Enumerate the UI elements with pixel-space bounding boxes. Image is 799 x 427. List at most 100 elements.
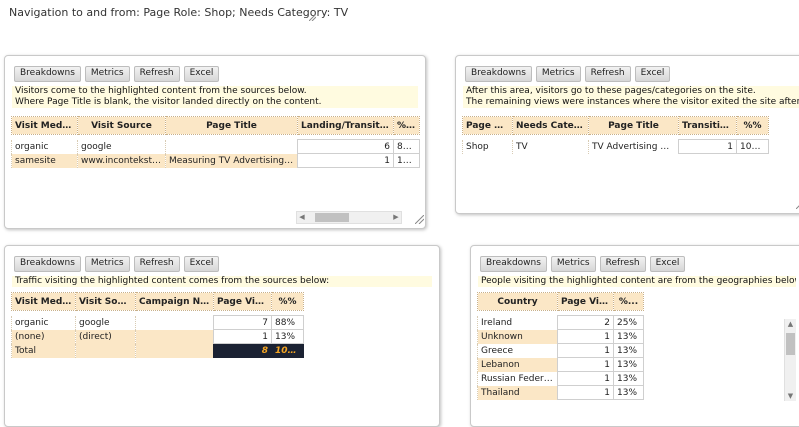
destinations-table: Page R... Needs Categ... Page Title Tran… xyxy=(462,116,769,154)
column-header[interactable]: %... xyxy=(393,116,420,135)
column-header[interactable]: Page Title xyxy=(165,116,298,135)
column-header[interactable]: %% xyxy=(271,292,304,311)
breakdowns-button[interactable]: Breakdowns xyxy=(14,256,81,272)
cell-pct: 14% xyxy=(393,153,420,168)
cell-value: 2 xyxy=(557,315,614,330)
metrics-button[interactable]: Metrics xyxy=(84,256,130,272)
cell-value: 1 xyxy=(557,385,614,400)
sources-description: Visitors come to the highlighted content… xyxy=(12,86,418,108)
column-header[interactable]: Visit Medium xyxy=(11,116,78,135)
cell-campaign xyxy=(135,315,214,330)
scroll-thumb[interactable] xyxy=(315,213,349,222)
breakdowns-button[interactable]: Breakdowns xyxy=(480,256,547,272)
total-value: 8 xyxy=(213,343,272,358)
sources-table: Visit Medium Visit Source Page Title Lan… xyxy=(11,116,420,168)
column-header[interactable]: Country xyxy=(477,292,558,311)
cell-role: Shop xyxy=(462,139,513,154)
cell-pct: 13% xyxy=(613,371,644,386)
column-header[interactable]: Campaign Na... xyxy=(135,292,214,311)
cell-campaign xyxy=(135,329,214,344)
column-header[interactable]: Transitio... xyxy=(678,116,737,135)
scroll-down-icon[interactable]: ▼ xyxy=(785,391,796,401)
column-header[interactable]: Visit Source xyxy=(75,292,136,311)
cell-value: 1 xyxy=(557,343,614,358)
table-row[interactable]: samesite www.incontekst.com Measuring TV… xyxy=(11,153,420,168)
column-header[interactable]: %... xyxy=(613,292,644,311)
description-line: Where Page Title is blank, the visitor l… xyxy=(15,97,322,107)
traffic-description: Traffic visiting the highlighted content… xyxy=(12,276,432,287)
metrics-button[interactable]: Metrics xyxy=(550,256,596,272)
refresh-button[interactable]: Refresh xyxy=(133,256,180,272)
metrics-button[interactable]: Metrics xyxy=(535,66,581,82)
table-row[interactable]: Russian Federati... 1 13% xyxy=(477,371,644,386)
geography-toolbar: Breakdowns Metrics Refresh Excel xyxy=(480,256,686,272)
column-header[interactable]: %% xyxy=(736,116,769,135)
column-header[interactable]: Page Title xyxy=(588,116,679,135)
destinations-panel: Breakdowns Metrics Refresh Excel After t… xyxy=(455,55,799,214)
cell-category: TV xyxy=(512,139,589,154)
scroll-right-icon[interactable]: ▶ xyxy=(391,212,401,223)
refresh-button[interactable]: Refresh xyxy=(584,66,631,82)
horizontal-scrollbar[interactable]: ◀ ▶ xyxy=(296,211,402,224)
breakdowns-button[interactable]: Breakdowns xyxy=(465,66,532,82)
resize-grip-icon[interactable] xyxy=(309,14,316,21)
destinations-description: After this area, visitors go to these pa… xyxy=(463,86,799,108)
refresh-button[interactable]: Refresh xyxy=(133,66,180,82)
cell-value: 1 xyxy=(678,139,737,154)
scroll-left-icon[interactable]: ◀ xyxy=(297,212,307,223)
cell-pct: 13% xyxy=(613,357,644,372)
cell-title: TV Advertising Costs xyxy=(588,139,679,154)
cell-value: 1 xyxy=(297,153,394,168)
column-header[interactable]: Landing/Transitio... xyxy=(297,116,394,135)
table-row[interactable]: organic google 6 86% xyxy=(11,139,420,154)
cell-country: Greece xyxy=(477,343,558,358)
cell-medium: organic xyxy=(11,139,78,154)
total-label: Total xyxy=(11,343,76,358)
table-row[interactable]: Greece 1 13% xyxy=(477,343,644,358)
description-line: After this area, visitors go to these pa… xyxy=(466,86,756,96)
breakdowns-button[interactable]: Breakdowns xyxy=(14,66,81,82)
refresh-button[interactable]: Refresh xyxy=(599,256,646,272)
cell-pct: 88% xyxy=(271,315,304,330)
column-header[interactable]: Visit Source xyxy=(77,116,166,135)
column-header[interactable]: Page Vie... xyxy=(557,292,614,311)
metrics-button[interactable]: Metrics xyxy=(84,66,130,82)
cell-country: Unknown xyxy=(477,329,558,344)
scroll-up-icon[interactable]: ▲ xyxy=(785,319,796,329)
table-row[interactable]: Ireland 2 25% xyxy=(477,315,644,330)
sources-toolbar: Breakdowns Metrics Refresh Excel xyxy=(14,66,220,82)
excel-button[interactable]: Excel xyxy=(183,256,220,272)
resize-grip-icon[interactable] xyxy=(414,214,425,227)
table-row[interactable]: Shop TV TV Advertising Costs 1 100% xyxy=(462,139,769,154)
traffic-toolbar: Breakdowns Metrics Refresh Excel xyxy=(14,256,220,272)
cell-pct: 13% xyxy=(613,329,644,344)
cell-source: (direct) xyxy=(75,329,136,344)
cell-value: 6 xyxy=(297,139,394,154)
description-line: Visitors come to the highlighted content… xyxy=(15,86,307,96)
column-header[interactable]: Page Vie... xyxy=(213,292,272,311)
scroll-thumb[interactable] xyxy=(786,333,795,355)
excel-button[interactable]: Excel xyxy=(183,66,220,82)
table-row[interactable]: organic google 7 88% xyxy=(11,315,304,330)
cell-medium: organic xyxy=(11,315,76,330)
column-header[interactable]: Page R... xyxy=(462,116,513,135)
table-row[interactable]: Lebanon 1 13% xyxy=(477,357,644,372)
cell-country: Thailand xyxy=(477,385,558,400)
cell-title xyxy=(165,139,298,154)
cell-source: google xyxy=(77,139,166,154)
excel-button[interactable]: Excel xyxy=(634,66,671,82)
cell-source: www.incontekst.com xyxy=(77,153,166,168)
cell-title: Measuring TV Advertising Effe... xyxy=(165,153,298,168)
column-header[interactable]: Needs Categ... xyxy=(512,116,589,135)
table-row[interactable]: (none) (direct) 1 13% xyxy=(11,329,304,344)
table-row[interactable]: Unknown 1 13% xyxy=(477,329,644,344)
vertical-scrollbar[interactable]: ▲ ▼ xyxy=(784,319,796,401)
cell-pct: 13% xyxy=(613,385,644,400)
cell-pct: 13% xyxy=(271,329,304,344)
page-title: Navigation to and from: Page Role: Shop;… xyxy=(9,6,349,19)
column-header[interactable]: Visit Medium xyxy=(11,292,76,311)
excel-button[interactable]: Excel xyxy=(649,256,686,272)
table-row[interactable]: Thailand 1 13% xyxy=(477,385,644,400)
traffic-table: Visit Medium Visit Source Campaign Na...… xyxy=(11,292,304,358)
cell-country: Ireland xyxy=(477,315,558,330)
